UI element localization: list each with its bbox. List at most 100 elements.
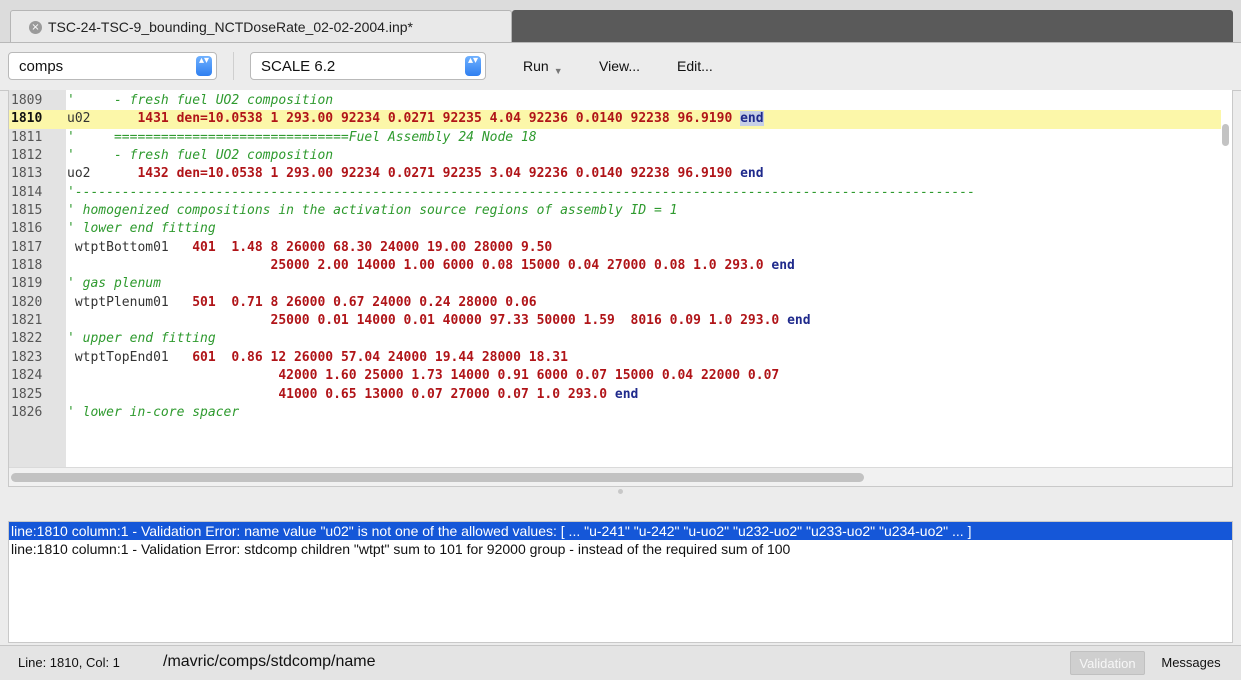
code-line[interactable]: 1823 wtptTopEnd01 601 0.86 12 26000 57.0… [9,349,1221,367]
code-line[interactable]: 1822 ' upper end fitting [9,330,1221,348]
vertical-scrollbar[interactable] [1222,124,1229,146]
code-line[interactable]: 1821 25000 0.01 14000 0.01 40000 97.33 5… [9,312,1221,330]
code-line[interactable]: 1809 ' - fresh fuel UO2 composition [9,92,1221,110]
validation-message[interactable]: line:1810 column:1 - Validation Error: s… [9,540,1232,558]
code-line-current[interactable]: 1810 u02 1431 den=10.0538 1 293.00 92234 … [9,110,1221,129]
comment-text: ' [67,148,83,164]
identifier-text: wtptPlenum01 [67,294,193,310]
line-text: wtptPlenum01 501 0.71 8 26000 0.67 24000… [67,294,537,312]
horizontal-scrollbar[interactable] [9,467,1232,486]
line-text: '---------------------------------------… [67,184,975,202]
title-bar: × TSC-24-TSC-9_bounding_NCTDoseRate_02-0… [0,0,1241,43]
code-line[interactable]: 1812 ' - fresh fuel UO2 composition [9,147,1221,165]
line-number: 1810 [11,111,43,127]
validation-message[interactable]: line:1810 column:1 - Validation Error: n… [9,522,1232,540]
line-text: ' ==============================Fuel Ass… [67,129,537,147]
numeric-values: 41000 0.65 13000 0.07 27000 0.07 1.0 293… [67,386,615,402]
numeric-values: 42000 1.60 25000 1.73 14000 0.91 6000 0.… [67,368,780,384]
line-text: ' upper end fitting [67,330,216,348]
line-number: 1825 [11,386,43,402]
line-text: u02 1431 den=10.0538 1 293.00 92234 0.02… [67,110,764,128]
validation-messages-panel[interactable]: line:1810 column:1 - Validation Error: n… [8,521,1233,643]
code-lines[interactable]: 1809 ' - fresh fuel UO2 composition 1810 u0… [9,92,1221,422]
cursor-position: Line: 1810, Col: 1 [18,655,120,670]
code-line[interactable]: 1818 25000 2.00 14000 1.00 6000 0.08 150… [9,257,1221,275]
code-line[interactable]: 1813 uo2 1432 den=10.0538 1 293.00 92234 … [9,165,1221,183]
line-text: ' homogenized compositions in the activa… [67,202,677,220]
run-menu[interactable]: Run ▼ [523,58,563,76]
line-text: 41000 0.65 13000 0.07 27000 0.07 1.0 293… [67,386,638,404]
numeric-values: 25000 2.00 14000 1.00 6000 0.08 15000 0.… [67,258,772,274]
line-number: 1812 [11,148,43,164]
line-text: uo2 1432 den=10.0538 1 293.00 92234 0.02… [67,165,764,183]
line-number: 1814 [11,184,43,200]
line-text: ' - fresh fuel UO2 composition [67,92,333,110]
comment-text: - fresh fuel UO2 composition [82,148,334,164]
file-tab[interactable]: × TSC-24-TSC-9_bounding_NCTDoseRate_02-0… [10,10,512,42]
comment-text: ' [67,93,83,108]
code-line[interactable]: 1820 wtptPlenum01 501 0.71 8 26000 0.67 … [9,294,1221,312]
code-line[interactable]: 1811 ' ==============================Fuel… [9,129,1221,147]
numeric-values: 601 0.86 12 26000 57.04 24000 19.44 2800… [192,349,568,365]
horizontal-scroll-thumb[interactable] [11,473,864,482]
splitter-handle-icon[interactable] [618,489,623,494]
identifier-text: u02 [67,111,91,127]
line-text: ' gas plenum [67,275,161,293]
code-line[interactable]: 1825 41000 0.65 13000 0.07 27000 0.07 1.… [9,386,1221,404]
numeric-values: 25000 0.01 14000 0.01 40000 97.33 50000 … [67,313,788,329]
line-text: 25000 2.00 14000 1.00 6000 0.08 15000 0.… [67,257,794,275]
line-text: wtptBottom01 401 1.48 8 26000 68.30 2400… [67,239,552,257]
code-editor[interactable]: 1809 ' - fresh fuel UO2 composition 1810 u0… [8,90,1233,487]
code-line[interactable]: 1814 '-----------------------------------… [9,184,1221,202]
line-text: ' lower in-core spacer [67,404,239,422]
end-keyword: end [740,166,764,182]
component-select-value: comps [19,58,64,75]
comment-text: ' [67,129,83,145]
line-number: 1809 [11,93,43,108]
code-line[interactable]: 1817 wtptBottom01 401 1.48 8 26000 68.30… [9,239,1221,257]
close-tab-icon[interactable]: × [29,21,42,34]
dropdown-arrow-icon: ▼ [553,66,563,76]
line-text: wtptTopEnd01 601 0.86 12 26000 57.04 240… [67,349,568,367]
identifier-text: wtptTopEnd01 [67,349,193,365]
line-number: 1811 [11,129,43,145]
numeric-values: 1432 den=10.0538 1 293.00 92234 0.0271 9… [90,166,741,182]
end-keyword: end [740,111,764,127]
code-line[interactable]: 1815 ' homogenized compositions in the ac… [9,202,1221,220]
line-text: 25000 0.01 14000 0.01 40000 97.33 50000 … [67,312,810,330]
numeric-values: 401 1.48 8 26000 68.30 24000 19.00 28000… [192,239,553,255]
component-select[interactable]: comps ▴▾ [8,52,217,80]
edit-menu[interactable]: Edit... [677,58,713,74]
line-number: 1820 [11,294,43,310]
line-number: 1819 [11,276,43,292]
messages-tab-button[interactable]: Messages [1148,651,1234,675]
line-text: ' - fresh fuel UO2 composition [67,147,333,165]
line-text: ' lower end fitting [67,220,216,238]
identifier-text: uo2 [67,166,91,182]
version-select[interactable]: SCALE 6.2 ▴▾ [250,52,486,80]
comment-text: ' upper end fitting [67,331,216,347]
pane-splitter[interactable] [0,487,1241,518]
chevron-updown-icon: ▴▾ [196,56,212,76]
line-number: 1815 [11,203,43,219]
line-number: 1813 [11,166,43,182]
numeric-values: 501 0.71 8 26000 0.67 24000 0.24 28000 0… [192,294,537,310]
comment-text: ==============================Fuel Assem… [82,129,537,145]
chevron-updown-icon: ▴▾ [465,56,481,76]
line-number: 1816 [11,221,43,237]
version-select-value: SCALE 6.2 [261,58,336,75]
tab-bar-empty-area [512,10,1233,42]
code-line[interactable]: 1826 ' lower in-core spacer [9,404,1221,422]
view-menu[interactable]: View... [599,58,640,74]
validation-tab-button[interactable]: Validation [1070,651,1145,675]
code-line[interactable]: 1819 ' gas plenum [9,275,1221,293]
line-number: 1818 [11,258,43,274]
end-keyword: end [614,386,639,402]
code-line[interactable]: 1816 ' lower end fitting [9,220,1221,238]
comment-text: ' homogenized compositions in the activa… [67,203,678,219]
line-number: 1822 [11,331,43,347]
code-line[interactable]: 1824 42000 1.60 25000 1.73 14000 0.91 60… [9,367,1221,385]
status-bar: Line: 1810, Col: 1 /mavric/comps/stdcomp… [0,645,1241,680]
numeric-values: 1431 den=10.0538 1 293.00 92234 0.0271 9… [90,111,741,127]
line-number: 1824 [11,368,43,384]
